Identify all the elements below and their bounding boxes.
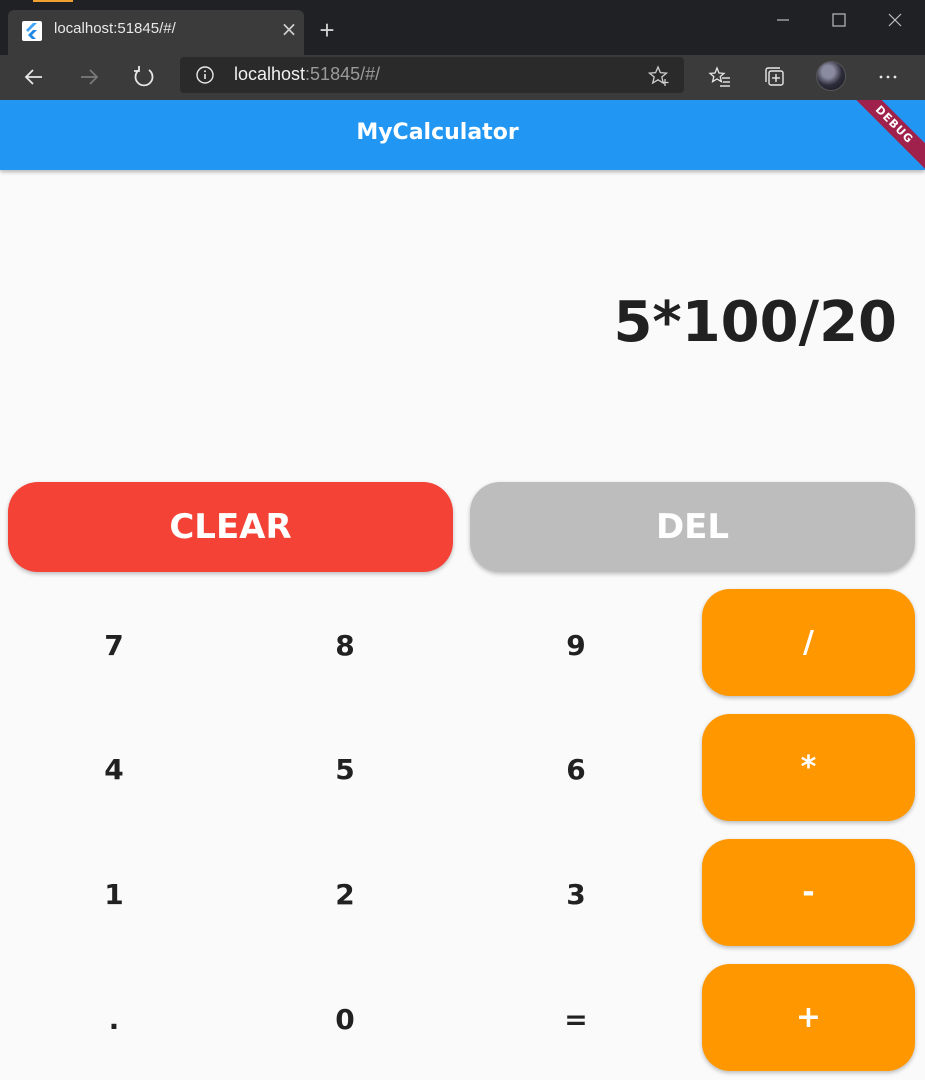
key-0[interactable]: 0 <box>245 969 445 1069</box>
key-5[interactable]: 5 <box>245 719 445 819</box>
key-1[interactable]: 1 <box>14 844 214 944</box>
browser-tab[interactable]: localhost:51845/#/ × <box>8 10 304 55</box>
plus-button[interactable]: + <box>702 964 915 1071</box>
add-favorite-star-icon[interactable] <box>648 65 670 87</box>
browser-titlebar: localhost:51845/#/ × + <box>0 0 925 55</box>
key-8[interactable]: 8 <box>245 595 445 695</box>
key-4[interactable]: 4 <box>14 719 214 819</box>
app-bar: MyCalculator DEBUG <box>0 100 925 178</box>
tab-title: localhost:51845/#/ <box>54 20 176 37</box>
browser-toolbar: localhost:51845/#/ <box>0 55 925 100</box>
profile-avatar[interactable] <box>816 61 846 91</box>
site-info-icon[interactable] <box>196 66 214 84</box>
refresh-icon[interactable] <box>126 59 162 95</box>
key-6[interactable]: 6 <box>476 719 676 819</box>
tab-close-icon[interactable]: × <box>278 18 300 40</box>
address-bar[interactable]: localhost:51845/#/ <box>180 57 684 93</box>
clear-button[interactable]: CLEAR <box>8 482 453 572</box>
url-path: :51845/#/ <box>305 64 381 84</box>
key-2[interactable]: 2 <box>245 844 445 944</box>
key-9[interactable]: 9 <box>476 595 676 695</box>
new-tab-icon[interactable]: + <box>314 17 340 43</box>
flutter-favicon-icon <box>22 21 42 41</box>
key-3[interactable]: 3 <box>476 844 676 944</box>
divide-button[interactable]: / <box>702 589 915 696</box>
delete-button[interactable]: DEL <box>470 482 915 572</box>
calculator-app: MyCalculator DEBUG 5*100/20 CLEAR DEL 7 … <box>0 100 925 1080</box>
multiply-button[interactable]: * <box>702 714 915 821</box>
collections-icon[interactable] <box>757 59 793 95</box>
back-icon[interactable] <box>16 59 52 95</box>
window-close-icon[interactable] <box>878 6 912 34</box>
url-text[interactable]: localhost:51845/#/ <box>234 64 380 85</box>
minus-button[interactable]: - <box>702 839 915 946</box>
forward-icon[interactable] <box>71 59 107 95</box>
maximize-icon[interactable] <box>822 6 856 34</box>
favorites-icon[interactable] <box>702 59 738 95</box>
tab-accent <box>33 0 73 2</box>
app-title: MyCalculator <box>356 120 519 145</box>
key-equals[interactable]: = <box>476 969 676 1069</box>
url-host: localhost <box>234 64 306 84</box>
key-7[interactable]: 7 <box>14 595 214 695</box>
key-decimal[interactable]: . <box>14 969 214 1069</box>
minimize-icon[interactable] <box>766 6 800 34</box>
expression-display: 5*100/20 <box>613 290 897 355</box>
more-options-icon[interactable] <box>870 59 906 95</box>
